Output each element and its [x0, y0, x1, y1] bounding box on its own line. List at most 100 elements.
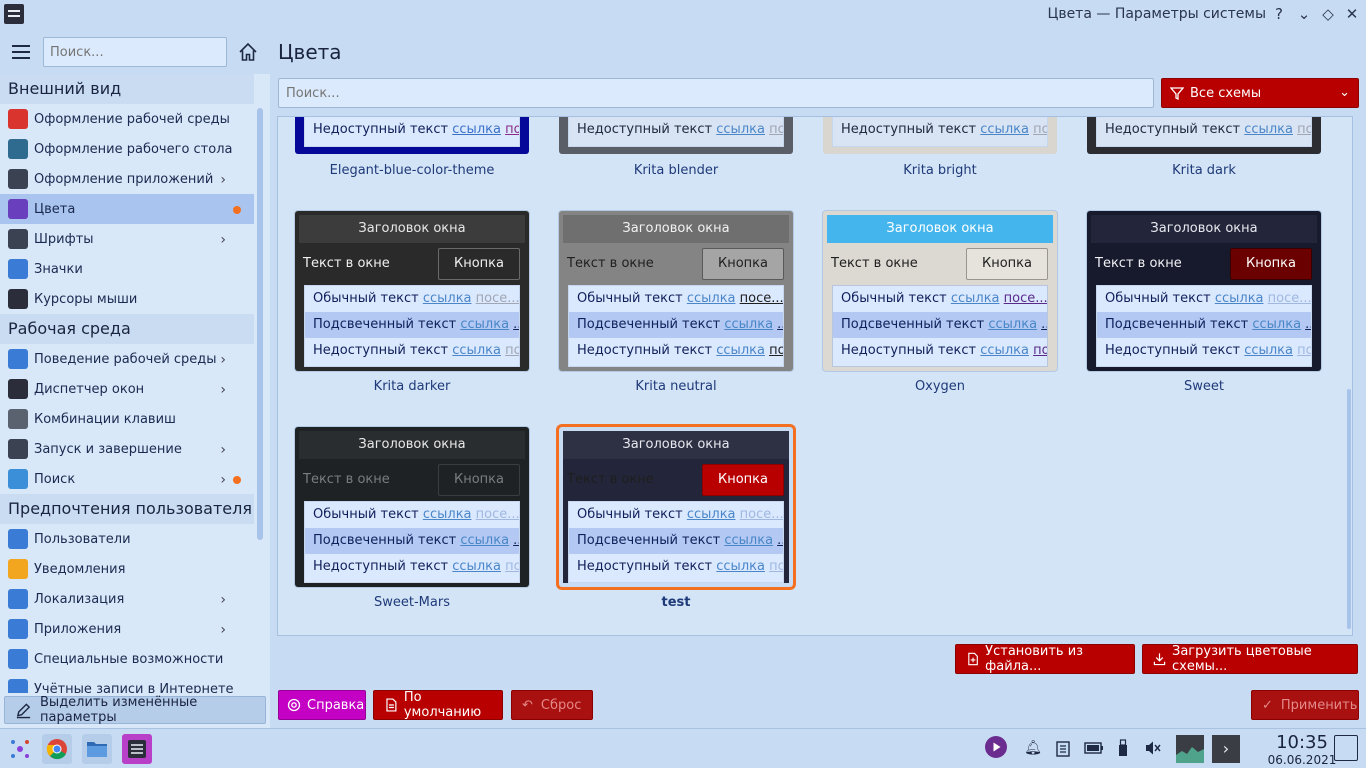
preview-window-title: Заголовок окна: [563, 431, 789, 459]
chrome-taskbar-button[interactable]: [42, 734, 72, 764]
usb-drive-icon[interactable]: [1114, 739, 1132, 757]
sidebar-item-label: Шрифты: [34, 231, 94, 247]
preview-link: ссылка: [452, 559, 501, 574]
chevron-right-icon: ›: [220, 592, 226, 608]
sidebar-scrollbar[interactable]: [257, 108, 263, 540]
preview-view-area: Обычный текст ссылка посе... Подсвеченный…: [568, 285, 784, 367]
preview-visited-link: посе...: [475, 507, 519, 522]
sidebar-item[interactable]: Учётные записи в Интернете: [0, 674, 254, 693]
home-icon[interactable]: [237, 41, 259, 63]
color-scheme-tile[interactable]: Заголовок окна Текст в окне Кнопка Обычный …: [823, 211, 1057, 411]
preview-row-disabled: Недоступный текст ссылка по...: [305, 554, 519, 580]
clock[interactable]: 10:35 06.06.2021: [1258, 732, 1346, 767]
sidebar-item[interactable]: Диспетчер окон ›: [0, 374, 254, 404]
preview-link: ссылка: [422, 291, 472, 306]
system-monitor-icon[interactable]: [1176, 735, 1204, 763]
sidebar-item[interactable]: Оформление приложений ›: [0, 164, 254, 194]
clipboard-icon[interactable]: [1054, 739, 1072, 757]
color-scheme-tile[interactable]: Недоступный текст ссылка по... Krita dark: [1087, 117, 1321, 178]
preview-view-area: Недоступный текст ссылка по...: [1096, 117, 1312, 147]
app-style-icon: [8, 169, 28, 189]
preview-window-row: Текст в окне Кнопка: [1091, 243, 1317, 285]
color-scheme-tile[interactable]: Недоступный текст ссылка по Elegant-blue-…: [295, 117, 529, 178]
preview-text: Недоступный текст: [577, 559, 713, 574]
maximize-icon[interactable]: ◇: [1319, 5, 1337, 23]
preview-row-disabled: Недоступный текст ссылка по...: [569, 338, 783, 364]
reset-button[interactable]: ↶ Сброс: [511, 690, 593, 720]
help-button[interactable]: Справка: [278, 690, 366, 720]
sidebar-item[interactable]: Запуск и завершение ›: [0, 434, 254, 464]
window-title: Цвета — Параметры системы: [1047, 6, 1266, 22]
sidebar-item-label: Оформление рабочей среды: [34, 111, 230, 127]
preview-visited-link: посе...: [1267, 291, 1311, 306]
media-player-icon[interactable]: [984, 735, 1008, 759]
preview-window-text: Текст в окне: [831, 256, 918, 271]
download-color-schemes-button[interactable]: Загрузить цветовые схемы...: [1142, 644, 1358, 674]
sidebar-item[interactable]: Специальные возможности: [0, 644, 254, 674]
sidebar-item[interactable]: Оформление рабочего стола: [0, 134, 254, 164]
sidebar-item[interactable]: Комбинации клавиш: [0, 404, 254, 434]
sidebar-item-label: Учётные записи в Интернете: [34, 681, 234, 694]
sidebar-item-label: Локализация: [34, 591, 125, 607]
chevron-right-icon: ›: [220, 232, 226, 248]
preview-text: Недоступный текст: [577, 343, 713, 358]
color-scheme-tile[interactable]: Заголовок окна Текст в окне Кнопка Обычный …: [559, 427, 793, 627]
show-desktop-icon[interactable]: [1334, 735, 1358, 761]
close-icon[interactable]: ✕: [1343, 5, 1361, 23]
sidebar-item[interactable]: Приложения ›: [0, 614, 254, 644]
colors-icon: [8, 199, 28, 219]
defaults-button[interactable]: По умолчанию: [373, 690, 503, 720]
color-scheme-tile[interactable]: Заголовок окна Текст в окне Кнопка Обычный …: [295, 427, 529, 627]
sidebar-item[interactable]: Значки: [0, 254, 254, 284]
tray-expand-icon[interactable]: ›: [1212, 735, 1240, 763]
battery-icon[interactable]: [1084, 739, 1104, 757]
sidebar-toolbar: [0, 30, 270, 74]
minimize-icon[interactable]: ⌄: [1295, 5, 1313, 23]
sidebar-item[interactable]: Курсоры мыши: [0, 284, 254, 314]
modified-indicator-dot: [233, 206, 241, 214]
sidebar-item[interactable]: Локализация ›: [0, 584, 254, 614]
preview-window-row: Текст в окне Кнопка: [563, 243, 789, 285]
sidebar-item[interactable]: Цвета: [0, 194, 254, 224]
apply-button[interactable]: ✓ Применить: [1251, 690, 1359, 720]
file-manager-taskbar-button[interactable]: [82, 734, 112, 764]
preview-visited-link: ...: [777, 533, 783, 548]
sidebar-item[interactable]: Шрифты ›: [0, 224, 254, 254]
sidebar-search-input[interactable]: [43, 37, 227, 67]
chrome-icon: [46, 739, 67, 760]
sidebar-item[interactable]: Поиск ›: [0, 464, 254, 494]
notifications-bell-icon[interactable]: 🔔︎: [1024, 739, 1042, 757]
preview-text: Обычный текст: [577, 291, 683, 306]
sidebar: Внешний вид Оформление рабочей среды Оформ…: [0, 30, 270, 728]
color-scheme-tile[interactable]: Недоступный текст ссылка по... Krita brig…: [823, 117, 1057, 178]
sidebar-category-list: Внешний вид Оформление рабочей среды Оформ…: [0, 74, 254, 693]
system-settings-app-icon[interactable]: [4, 4, 24, 24]
clock-time: 10:35: [1276, 732, 1328, 753]
preview-window: Заголовок окна Текст в окне Кнопка Обычный …: [299, 215, 525, 367]
scheme-filter-dropdown[interactable]: Все схемы ⌄: [1161, 78, 1359, 108]
preview-text: Недоступный текст: [1105, 343, 1241, 358]
sidebar-item[interactable]: Оформление рабочей среды: [0, 104, 254, 134]
sidebar-item[interactable]: Уведомления: [0, 554, 254, 584]
scheme-search-input[interactable]: [278, 78, 1154, 108]
sidebar-item[interactable]: Пользователи: [0, 524, 254, 554]
color-scheme-tile[interactable]: Заголовок окна Текст в окне Кнопка Обычный …: [1087, 211, 1321, 411]
preview-link: ссылка: [460, 533, 510, 548]
preview-row-disabled: Недоступный текст ссылка по...: [305, 338, 519, 364]
highlight-changed-settings-button[interactable]: Выделить изменённые параметры: [4, 695, 266, 725]
system-settings-taskbar-button[interactable]: [122, 734, 152, 764]
color-scheme-grid: Недоступный текст ссылка по Elegant-blue-…: [277, 116, 1353, 636]
preview-window-title: Заголовок окна: [299, 431, 525, 459]
color-scheme-tile[interactable]: Заголовок окна Текст в окне Кнопка Обычный …: [559, 211, 793, 411]
color-scheme-tile[interactable]: Недоступный текст ссылка по... Krita blen…: [559, 117, 793, 178]
grid-scrollbar[interactable]: [1347, 389, 1351, 629]
hamburger-menu-icon[interactable]: [10, 44, 32, 60]
color-scheme-tile[interactable]: Заголовок окна Текст в окне Кнопка Обычный …: [295, 211, 529, 411]
sidebar-item[interactable]: Поведение рабочей среды ›: [0, 344, 254, 374]
help-icon[interactable]: ?: [1270, 5, 1288, 23]
application-launcher-icon[interactable]: [5, 734, 35, 764]
install-from-file-button[interactable]: Установить из файла...: [955, 644, 1135, 674]
color-scheme-name: Krita dark: [1172, 163, 1236, 178]
volume-muted-icon[interactable]: [1144, 739, 1162, 757]
preview-button: Кнопка: [702, 464, 784, 496]
